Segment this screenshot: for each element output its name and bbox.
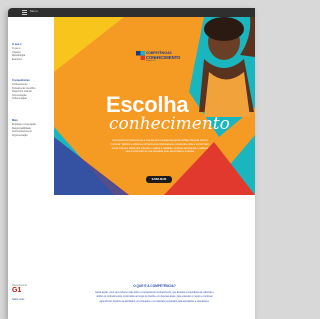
- hero-headline: Escolha: [106, 92, 189, 117]
- sidebar-item[interactable]: Cultura digital: [12, 97, 36, 101]
- logo-mark-icon: [136, 51, 145, 60]
- logo-line-2: CONHECIMENTO: [146, 54, 181, 60]
- saiba-mais-button[interactable]: SAIBA MAIS: [146, 176, 172, 183]
- sidebar-item[interactable]: Argumentação: [12, 134, 36, 138]
- competencias-logo[interactable]: COMPETÊNCIAS CONHECIMENTO Projeto G1: [136, 50, 181, 64]
- browser-screen: Menu O que é O que é Objetivo Metodologi…: [8, 8, 255, 319]
- sidebar-group-about: O que é O que é Objetivo Metodologia Est…: [12, 43, 25, 61]
- g1-logo[interactable]: G1: [12, 287, 27, 295]
- hamburger-menu-icon[interactable]: [22, 10, 27, 15]
- logo-line-3: Projeto G1: [146, 60, 156, 62]
- about-section: O QUE É A COMPETÊNCIA? Nesta seção, você…: [54, 195, 255, 319]
- about-text: Nesta seção, você vai conhecer mais sobr…: [95, 292, 214, 303]
- sidebar-footer-link[interactable]: Saiba mais: [12, 298, 27, 301]
- hero-subheadline: conhecimento: [109, 114, 230, 134]
- hero-description: A Competência Conhecimento é uma das dez…: [110, 140, 210, 154]
- menu-label[interactable]: Menu: [30, 9, 38, 13]
- sidebar-item[interactable]: Estrutura: [12, 58, 25, 62]
- about-title: O QUE É A COMPETÊNCIA?: [133, 284, 176, 288]
- hero-banner: COMPETÊNCIAS CONHECIMENTO Projeto G1 Esc…: [54, 17, 255, 195]
- sidebar-footer: Oferecimento G1 Saiba mais: [12, 284, 27, 301]
- sidebar-group-competencies: Competências Conhecimento Pensamento cie…: [12, 79, 36, 101]
- sidebar-group-more: Mais Empatia e cooperação Responsabilida…: [12, 119, 36, 137]
- top-bar: Menu: [8, 8, 255, 17]
- sidebar: O que é O que é Objetivo Metodologia Est…: [8, 17, 55, 319]
